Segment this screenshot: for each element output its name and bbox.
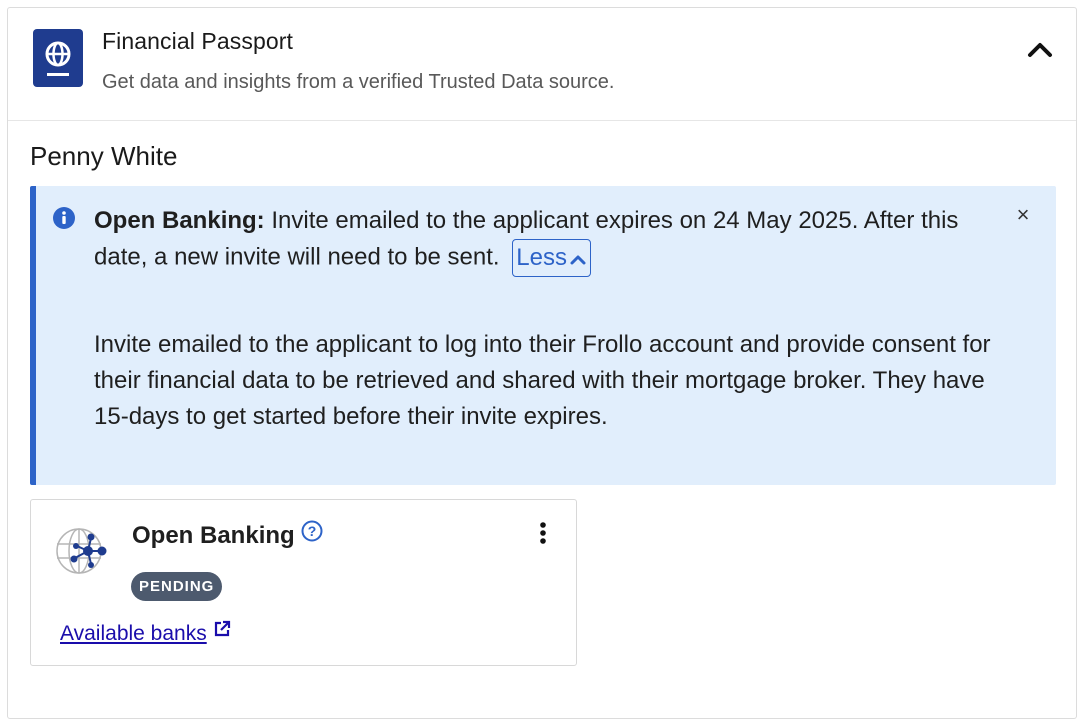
available-banks-link[interactable]: Available banks [60, 620, 231, 646]
alert-message: Open Banking: Invite emailed to the appl… [94, 203, 974, 277]
panel-subtitle: Get data and insights from a verified Tr… [102, 71, 615, 93]
chevron-up-icon [569, 241, 587, 277]
chevron-up-icon[interactable] [1024, 34, 1056, 64]
info-icon [52, 206, 76, 230]
panel-title: Financial Passport [102, 28, 293, 54]
open-banking-alert: Open Banking: Invite emailed to the appl… [30, 186, 1056, 485]
alert-body: Invite emailed to the applicant to log i… [94, 331, 991, 430]
alert-title: Open Banking: [94, 207, 265, 234]
passport-globe-icon [33, 29, 83, 87]
external-link-icon [213, 620, 231, 644]
help-icon[interactable]: ? [301, 520, 323, 549]
status-badge: PENDING [131, 572, 223, 601]
open-banking-card: Open Banking? PENDING Available banks [30, 499, 577, 666]
svg-text:?: ? [307, 523, 316, 539]
applicant-name: Penny White [30, 141, 178, 171]
card-title-row: Open Banking? [132, 520, 323, 550]
available-banks-label: Available banks [60, 622, 207, 645]
financial-passport-panel: Financial Passport Get data and insights… [7, 7, 1077, 719]
less-toggle-button[interactable]: Less [512, 239, 591, 277]
panel-header[interactable]: Financial Passport Get data and insights… [8, 8, 1076, 121]
close-icon[interactable]: × [1012, 204, 1034, 226]
open-banking-network-icon [55, 524, 107, 578]
less-toggle-label: Less [516, 244, 567, 271]
more-options-icon[interactable] [531, 520, 555, 548]
card-title: Open Banking [132, 522, 295, 549]
